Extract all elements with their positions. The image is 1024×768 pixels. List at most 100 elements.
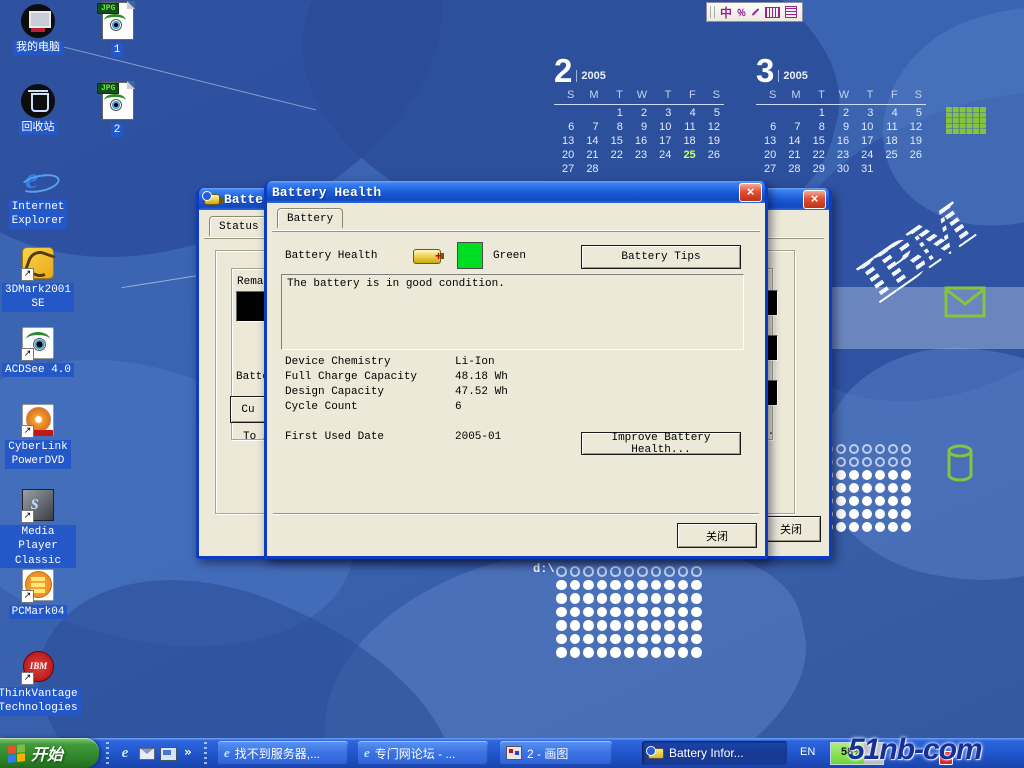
tab-status[interactable]: Status: [209, 216, 269, 236]
desktop-icon-acdsee[interactable]: ↗ ACDSee 4.0: [0, 326, 76, 377]
calendar-day: [603, 161, 627, 175]
quick-launch-outlook-icon[interactable]: [139, 748, 155, 760]
pcmark-icon: ↗: [21, 568, 55, 602]
calendar-weekday-header: F: [675, 89, 699, 105]
dot: [678, 566, 689, 577]
calendar-day: 23: [627, 147, 651, 161]
dot: [691, 620, 702, 631]
calendar-day: 19: [700, 133, 724, 147]
desktop-icon-thinkvantage[interactable]: IBM↗ ThinkVantage Technologies: [0, 650, 76, 716]
calendar-day: 22: [603, 147, 627, 161]
desktop-icon-label: 3DMark2001 SE: [2, 283, 74, 312]
dot: [901, 496, 911, 506]
taskbar-button-ie-1[interactable]: e 找不到服务器,...: [218, 741, 348, 765]
desktop-icon-my-computer[interactable]: 我的电脑: [0, 4, 76, 55]
dot: [836, 483, 846, 493]
calendar-day: 12: [700, 119, 724, 133]
dot: [624, 593, 635, 604]
dot: [888, 457, 898, 467]
close-button-dialog[interactable]: 关闭: [677, 523, 757, 548]
calendar-weekday-header: S: [902, 89, 926, 105]
battery-health-titlebar[interactable]: Battery Health ×: [267, 181, 765, 203]
calendar-day: 6: [554, 119, 578, 133]
dot: [664, 634, 675, 645]
desktop-icon-internet-explorer[interactable]: e Internet Explorer: [0, 163, 76, 229]
dot: [664, 566, 675, 577]
calendar-day: 19: [902, 133, 926, 147]
close-button-bg-window[interactable]: 关闭: [761, 516, 821, 542]
battery-health-label: Battery Health: [285, 250, 377, 262]
jpg-badge: JPG: [97, 83, 119, 94]
desktop-icon-media-player-classic[interactable]: s↗ Media Player Classic: [0, 488, 76, 568]
quick-launch-show-desktop-icon[interactable]: [160, 747, 177, 761]
thinkvantage-ibm-icon: IBM↗: [21, 650, 55, 684]
taskbar-button-battery-info[interactable]: Battery Infor...: [642, 741, 787, 765]
dot: [637, 620, 648, 631]
ime-keyboard-icon[interactable]: [765, 7, 780, 18]
ime-grip-handle[interactable]: [710, 6, 715, 18]
dot: [556, 647, 567, 658]
tab-battery[interactable]: Battery: [277, 208, 343, 228]
calendar-day: 10: [853, 119, 877, 133]
ime-menu-icon[interactable]: [785, 6, 797, 18]
calendar-february: 2 2005 SMTWTFS12345678910111213141516171…: [554, 55, 724, 175]
quick-launch-overflow-chevron[interactable]: »: [184, 745, 192, 759]
dot: [901, 457, 911, 467]
battery-tips-button[interactable]: Battery Tips: [581, 245, 741, 269]
calendar-day: 27: [554, 161, 578, 175]
dot: [678, 647, 689, 658]
calendar-day: 3: [853, 105, 877, 120]
dot: [583, 607, 594, 618]
dot: [836, 522, 846, 532]
desktop-icon-3dmark2001[interactable]: ↗ 3DMark2001 SE: [0, 246, 76, 312]
dot: [875, 509, 885, 519]
ime-mode-icon[interactable]: 中: [720, 4, 732, 21]
taskbar-button-ie-2[interactable]: e 专门网论坛 - ...: [358, 741, 488, 765]
dot: [678, 607, 689, 618]
dot: [888, 483, 898, 493]
improve-battery-health-button[interactable]: Improve Battery Health...: [581, 432, 741, 455]
desktop-icon-powerdvd[interactable]: ↗ CyberLink PowerDVD: [0, 403, 76, 469]
dot: [836, 444, 846, 454]
dot: [583, 580, 594, 591]
spec-value: Li-Ion: [455, 356, 495, 368]
battery-icon: [648, 748, 664, 759]
language-indicator[interactable]: EN: [800, 746, 815, 758]
dot: [836, 470, 846, 480]
taskbar-button-paint[interactable]: 2 - 画图: [500, 741, 612, 765]
dot: [691, 607, 702, 618]
quick-launch-ie-icon[interactable]: e: [116, 744, 134, 762]
calendar-day: [756, 105, 780, 120]
battery-health-icon: +: [413, 249, 441, 264]
dot: [849, 444, 859, 454]
dot: [637, 634, 648, 645]
desktop-icon-jpg-2[interactable]: JPG 2: [79, 82, 155, 137]
calendar-day: 16: [627, 133, 651, 147]
calendar-day: [578, 105, 602, 120]
dot: [888, 496, 898, 506]
dot: [888, 509, 898, 519]
calendar-day: 20: [554, 147, 578, 161]
close-button[interactable]: ×: [803, 190, 826, 209]
desktop-icon-pcmark04[interactable]: ↗ PCMark04: [0, 568, 76, 619]
spec-row: Cycle Count6: [285, 401, 462, 413]
start-button[interactable]: 开始: [0, 738, 99, 768]
desktop-icon-recycle-bin[interactable]: 回收站: [0, 84, 76, 135]
shortcut-arrow-icon: ↗: [21, 510, 34, 523]
dialog-separator: [273, 513, 759, 514]
dot: [901, 444, 911, 454]
ime-pen-icon[interactable]: [752, 8, 760, 16]
current-button-fragment[interactable]: Cu: [230, 396, 266, 423]
dot: [624, 634, 635, 645]
calendar-weekday-header: T: [853, 89, 877, 105]
ime-symbol-icon[interactable]: ％: [737, 6, 746, 19]
calendar-day: 26: [902, 147, 926, 161]
desktop-icon-jpg-1[interactable]: JPG 1: [79, 2, 155, 57]
calendar-year: 2005: [778, 70, 807, 82]
ime-language-bar[interactable]: 中 ％: [706, 2, 803, 22]
close-button[interactable]: ×: [739, 183, 762, 202]
dot: [691, 634, 702, 645]
recycle-bin-icon: [21, 84, 55, 118]
spec-row: Design Capacity47.52 Wh: [285, 386, 508, 398]
calendar-weekday-header: W: [829, 89, 853, 105]
